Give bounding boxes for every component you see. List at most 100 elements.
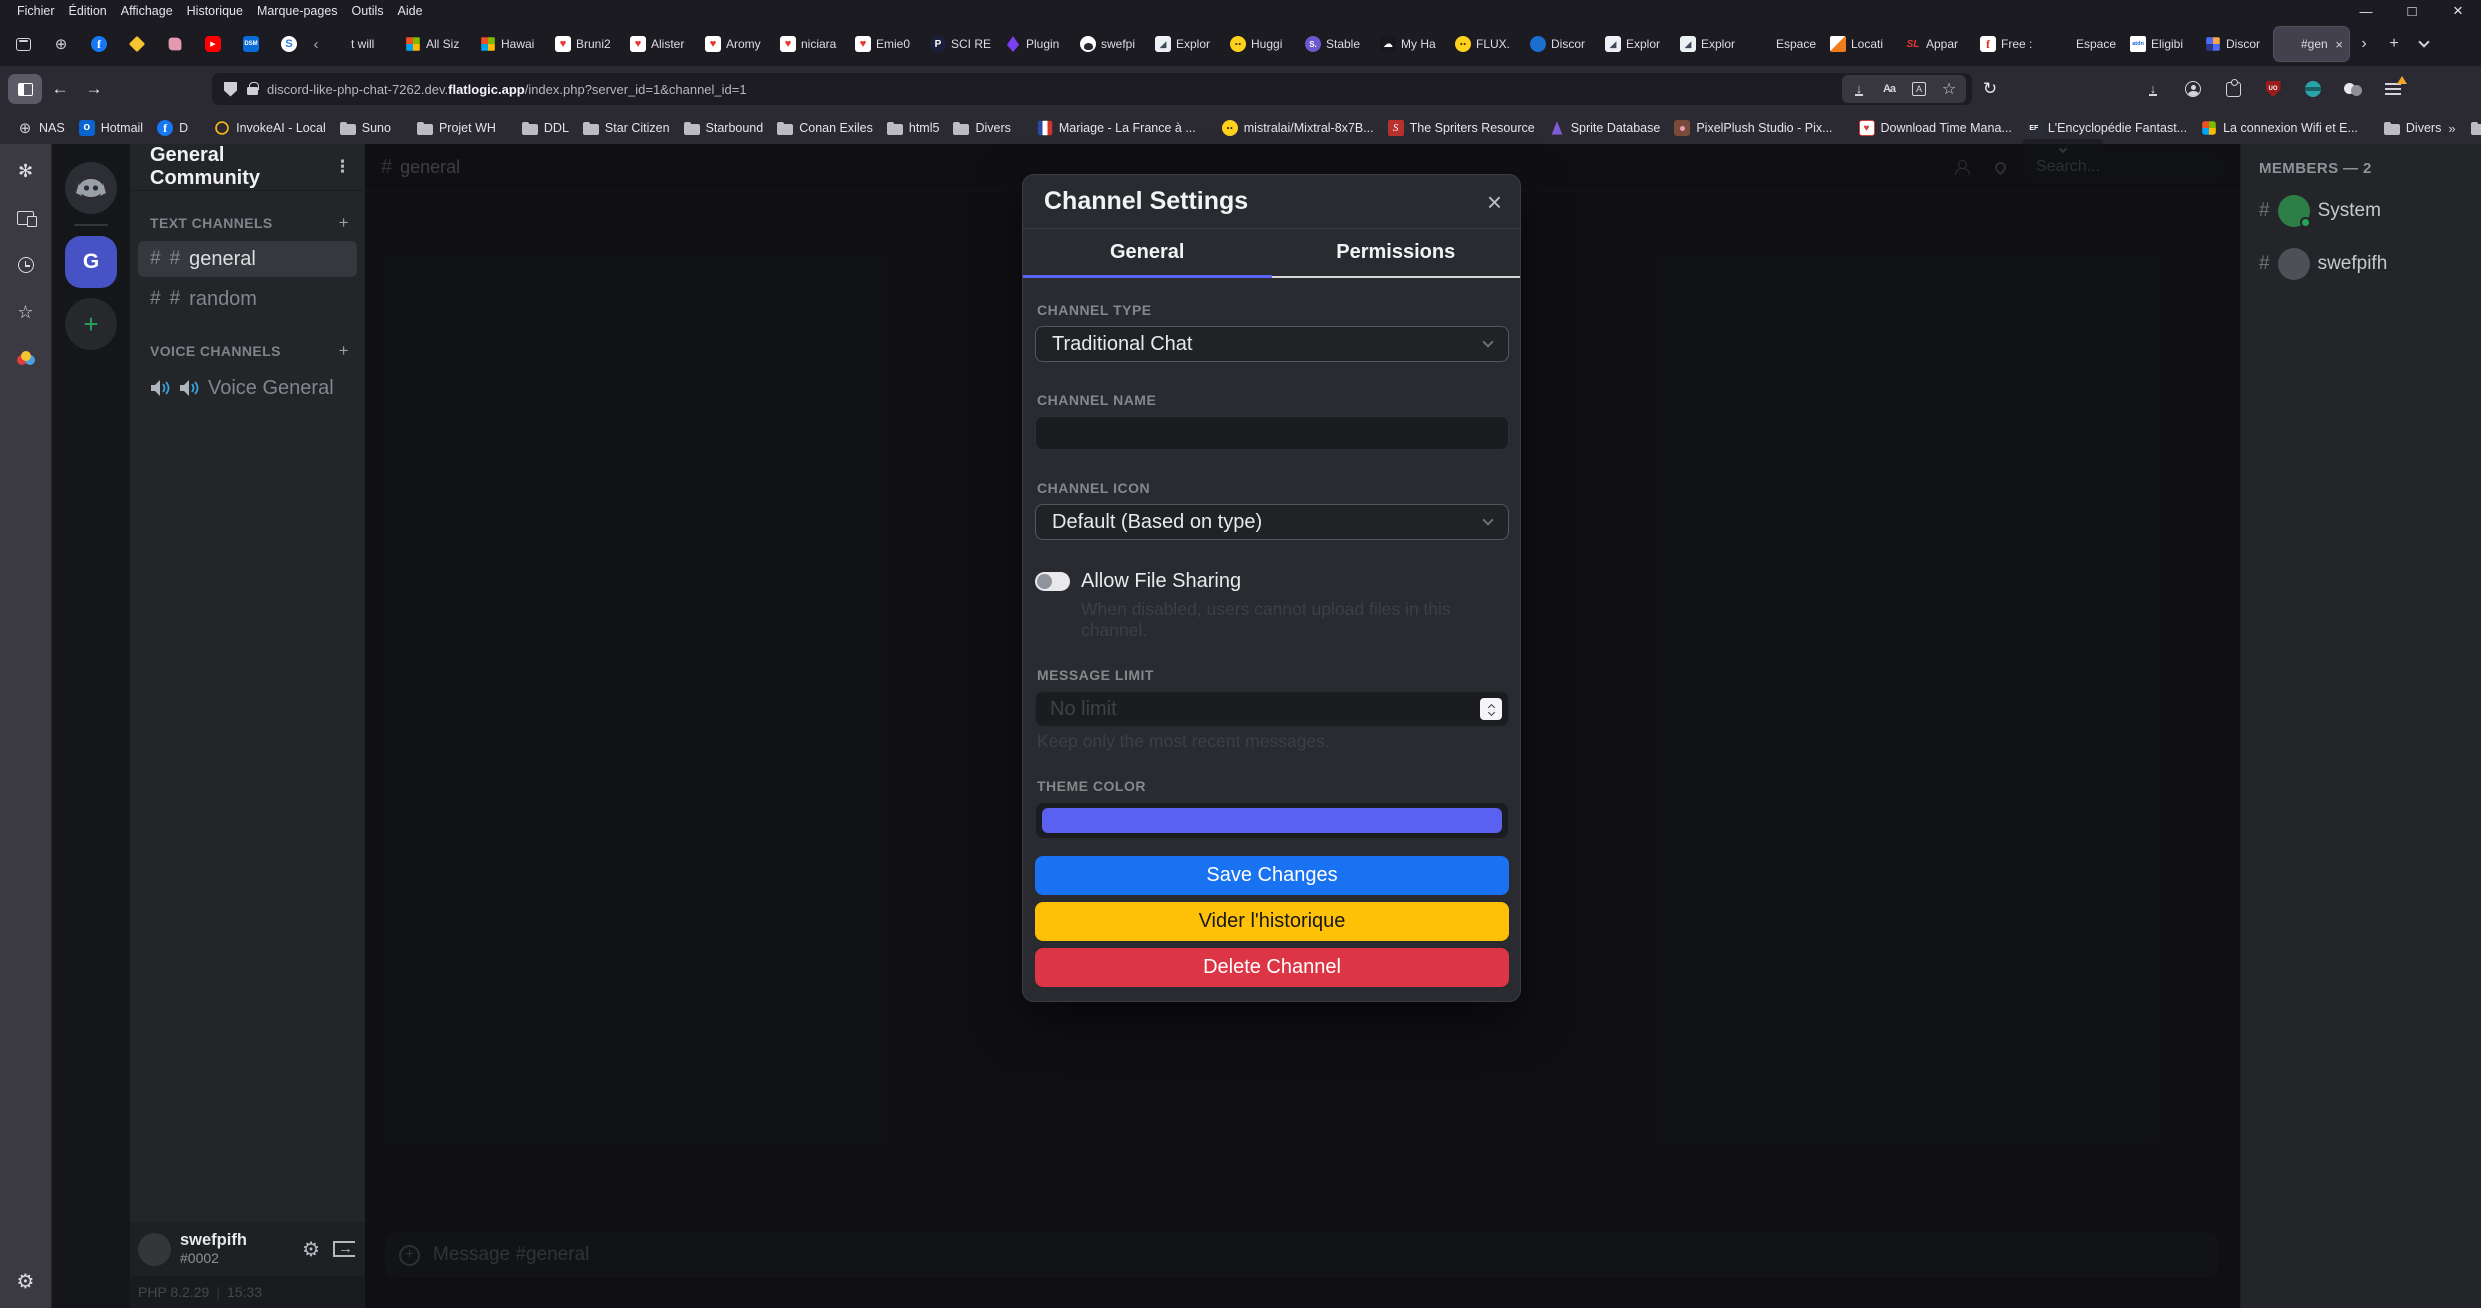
bookmark-item[interactable]: Download Time Mana... bbox=[1852, 116, 2019, 140]
menu-item[interactable]: Affichage bbox=[114, 4, 180, 18]
bookmark-item[interactable]: html5 bbox=[880, 116, 947, 140]
discord-home-button[interactable] bbox=[65, 162, 117, 214]
bookmarks-overflow-icon[interactable]: » bbox=[2448, 121, 2453, 136]
browser-tab[interactable]: swefpi bbox=[1074, 27, 1149, 61]
list-tabs-icon[interactable] bbox=[2409, 29, 2439, 59]
menu-item[interactable]: Outils bbox=[345, 4, 391, 18]
search-input[interactable] bbox=[2024, 153, 2224, 182]
bookmark-item[interactable]: mistralai/Mixtral-8x7B... bbox=[1215, 116, 1381, 140]
back-icon[interactable]: ← bbox=[44, 73, 76, 105]
close-icon[interactable]: × bbox=[1487, 189, 1502, 215]
bookmark-item[interactable]: NAS bbox=[10, 116, 72, 140]
user-settings-gear-icon[interactable]: ⚙ bbox=[302, 1237, 320, 1262]
logout-icon[interactable]: → bbox=[333, 1241, 355, 1257]
new-tab-button[interactable]: + bbox=[2379, 29, 2409, 59]
sidebar-toggle-icon[interactable] bbox=[8, 74, 42, 104]
message-input[interactable] bbox=[433, 1244, 2204, 1266]
bookmark-item[interactable]: DDL bbox=[515, 116, 576, 140]
browser-tab[interactable]: Espace abo bbox=[2049, 27, 2124, 61]
translate-icon[interactable]: Aa bbox=[1876, 77, 1902, 101]
ublock-icon[interactable]: UO bbox=[2258, 74, 2288, 104]
channel-item[interactable]: # # random bbox=[138, 281, 357, 317]
url-bar[interactable]: discord-like-php-chat-7262.dev.flatlogic… bbox=[212, 73, 1972, 105]
browser-tab[interactable]: Espace clie bbox=[1749, 27, 1824, 61]
tab-general[interactable]: General bbox=[1023, 229, 1272, 278]
scroll-tabs-left-icon[interactable]: ‹ bbox=[308, 36, 324, 53]
server-icon-general-community[interactable]: G bbox=[65, 236, 117, 288]
bookmark-item[interactable]: D bbox=[150, 116, 195, 140]
other-bookmarks[interactable]: Autres marque-pages bbox=[2464, 116, 2481, 140]
extension-b-icon[interactable] bbox=[2338, 74, 2368, 104]
browser-tab[interactable]: FLUX. bbox=[1449, 27, 1524, 61]
channel-name-input[interactable] bbox=[1035, 416, 1509, 450]
menu-item[interactable]: Fichier bbox=[10, 4, 62, 18]
bookmark-item[interactable]: InvokeAI - Local bbox=[207, 116, 333, 140]
bookmarks-icon[interactable]: ☆ bbox=[11, 297, 41, 327]
number-spinner[interactable] bbox=[1480, 698, 1502, 720]
firefox-view-button[interactable] bbox=[8, 29, 38, 59]
downloads-icon[interactable]: ↓ bbox=[2138, 74, 2168, 104]
delete-channel-button[interactable]: Delete Channel bbox=[1035, 948, 1509, 987]
members-toggle-icon[interactable] bbox=[1956, 160, 1973, 175]
pinned-tab[interactable] bbox=[80, 27, 118, 61]
channel-icon-select[interactable]: Default (Based on type) bbox=[1035, 504, 1509, 540]
tab-close-icon[interactable]: × bbox=[2333, 37, 2343, 52]
bookmark-item[interactable]: Mariage - La France à ... bbox=[1030, 116, 1203, 140]
add-server-button[interactable]: + bbox=[65, 298, 117, 350]
tracking-shield-icon[interactable] bbox=[224, 82, 237, 97]
browser-tab[interactable]: Eligibi bbox=[2124, 27, 2199, 61]
channel-item[interactable]: # # general bbox=[138, 241, 357, 277]
pinned-tab[interactable] bbox=[194, 27, 232, 61]
browser-tab[interactable]: Hawai bbox=[474, 27, 549, 61]
menu-icon[interactable] bbox=[2378, 74, 2408, 104]
browser-tab[interactable]: Discor bbox=[1524, 27, 1599, 61]
browser-tab[interactable]: t will bbox=[324, 27, 399, 61]
bookmark-item[interactable]: Sprite Database bbox=[1542, 116, 1668, 140]
user-avatar[interactable] bbox=[138, 1233, 171, 1266]
bookmark-item[interactable]: The Spriters Resource bbox=[1381, 116, 1542, 140]
forward-icon[interactable]: → bbox=[78, 73, 110, 105]
voice-channel-item[interactable]: Voice General bbox=[138, 369, 357, 407]
browser-tab[interactable]: Alister bbox=[624, 27, 699, 61]
bookmark-item[interactable]: La connexion Wifi et E... bbox=[2194, 116, 2365, 140]
browser-tab[interactable]: Explor bbox=[1674, 27, 1749, 61]
browser-tab[interactable]: Bruni2 bbox=[549, 27, 624, 61]
server-header[interactable]: General Community ⋮ bbox=[130, 144, 365, 191]
browser-tab[interactable]: Appar bbox=[1899, 27, 1974, 61]
browser-tab[interactable]: Locati bbox=[1824, 27, 1899, 61]
file-sharing-toggle[interactable] bbox=[1035, 572, 1070, 591]
message-limit-input[interactable] bbox=[1035, 691, 1509, 727]
bookmark-item[interactable]: Hotmail bbox=[72, 116, 150, 140]
scroll-tabs-right-icon[interactable]: › bbox=[2349, 29, 2379, 59]
pinned-tab[interactable] bbox=[270, 27, 308, 61]
browser-tab[interactable]: Emie0 bbox=[849, 27, 924, 61]
bookmark-item[interactable]: Projet WH bbox=[410, 116, 503, 140]
pinned-tab[interactable] bbox=[232, 27, 270, 61]
tab-permissions[interactable]: Permissions bbox=[1272, 229, 1521, 276]
search-scope-select[interactable] bbox=[2023, 139, 2103, 160]
browser-tab[interactable]: SCI RE bbox=[924, 27, 999, 61]
history-icon[interactable] bbox=[11, 250, 41, 280]
menu-item[interactable]: Édition bbox=[62, 4, 114, 18]
reload-icon[interactable]: ↻ bbox=[1974, 73, 2006, 105]
bookmark-item[interactable]: Divers bbox=[946, 116, 1017, 140]
browser-tab[interactable]: Explor bbox=[1599, 27, 1674, 61]
browser-tab[interactable]: My Ha bbox=[1374, 27, 1449, 61]
bookmark-item[interactable]: Starbound bbox=[677, 116, 771, 140]
pinned-tab[interactable] bbox=[156, 27, 194, 61]
bookmark-star-icon[interactable]: ☆ bbox=[1936, 77, 1962, 101]
bookmark-item[interactable]: Star Citizen bbox=[576, 116, 677, 140]
close-window-button[interactable]: × bbox=[2435, 0, 2481, 22]
channel-type-select[interactable]: Traditional Chat bbox=[1035, 326, 1509, 362]
browser-tab[interactable]: Discor bbox=[2199, 27, 2274, 61]
browser-tab[interactable]: #genera × bbox=[2274, 27, 2349, 61]
browser-tab[interactable]: Huggi bbox=[1224, 27, 1299, 61]
save-changes-button[interactable]: Save Changes bbox=[1035, 856, 1509, 895]
synced-tabs-icon[interactable] bbox=[11, 203, 41, 233]
bookmark-item[interactable]: Suno bbox=[333, 116, 398, 140]
theme-color-input[interactable] bbox=[1035, 802, 1509, 839]
translate-alt-icon[interactable]: A bbox=[1906, 77, 1932, 101]
browser-tab[interactable]: Plugin bbox=[999, 27, 1074, 61]
member-row[interactable]: # System bbox=[2259, 195, 2481, 227]
menu-item[interactable]: Aide bbox=[391, 4, 430, 18]
